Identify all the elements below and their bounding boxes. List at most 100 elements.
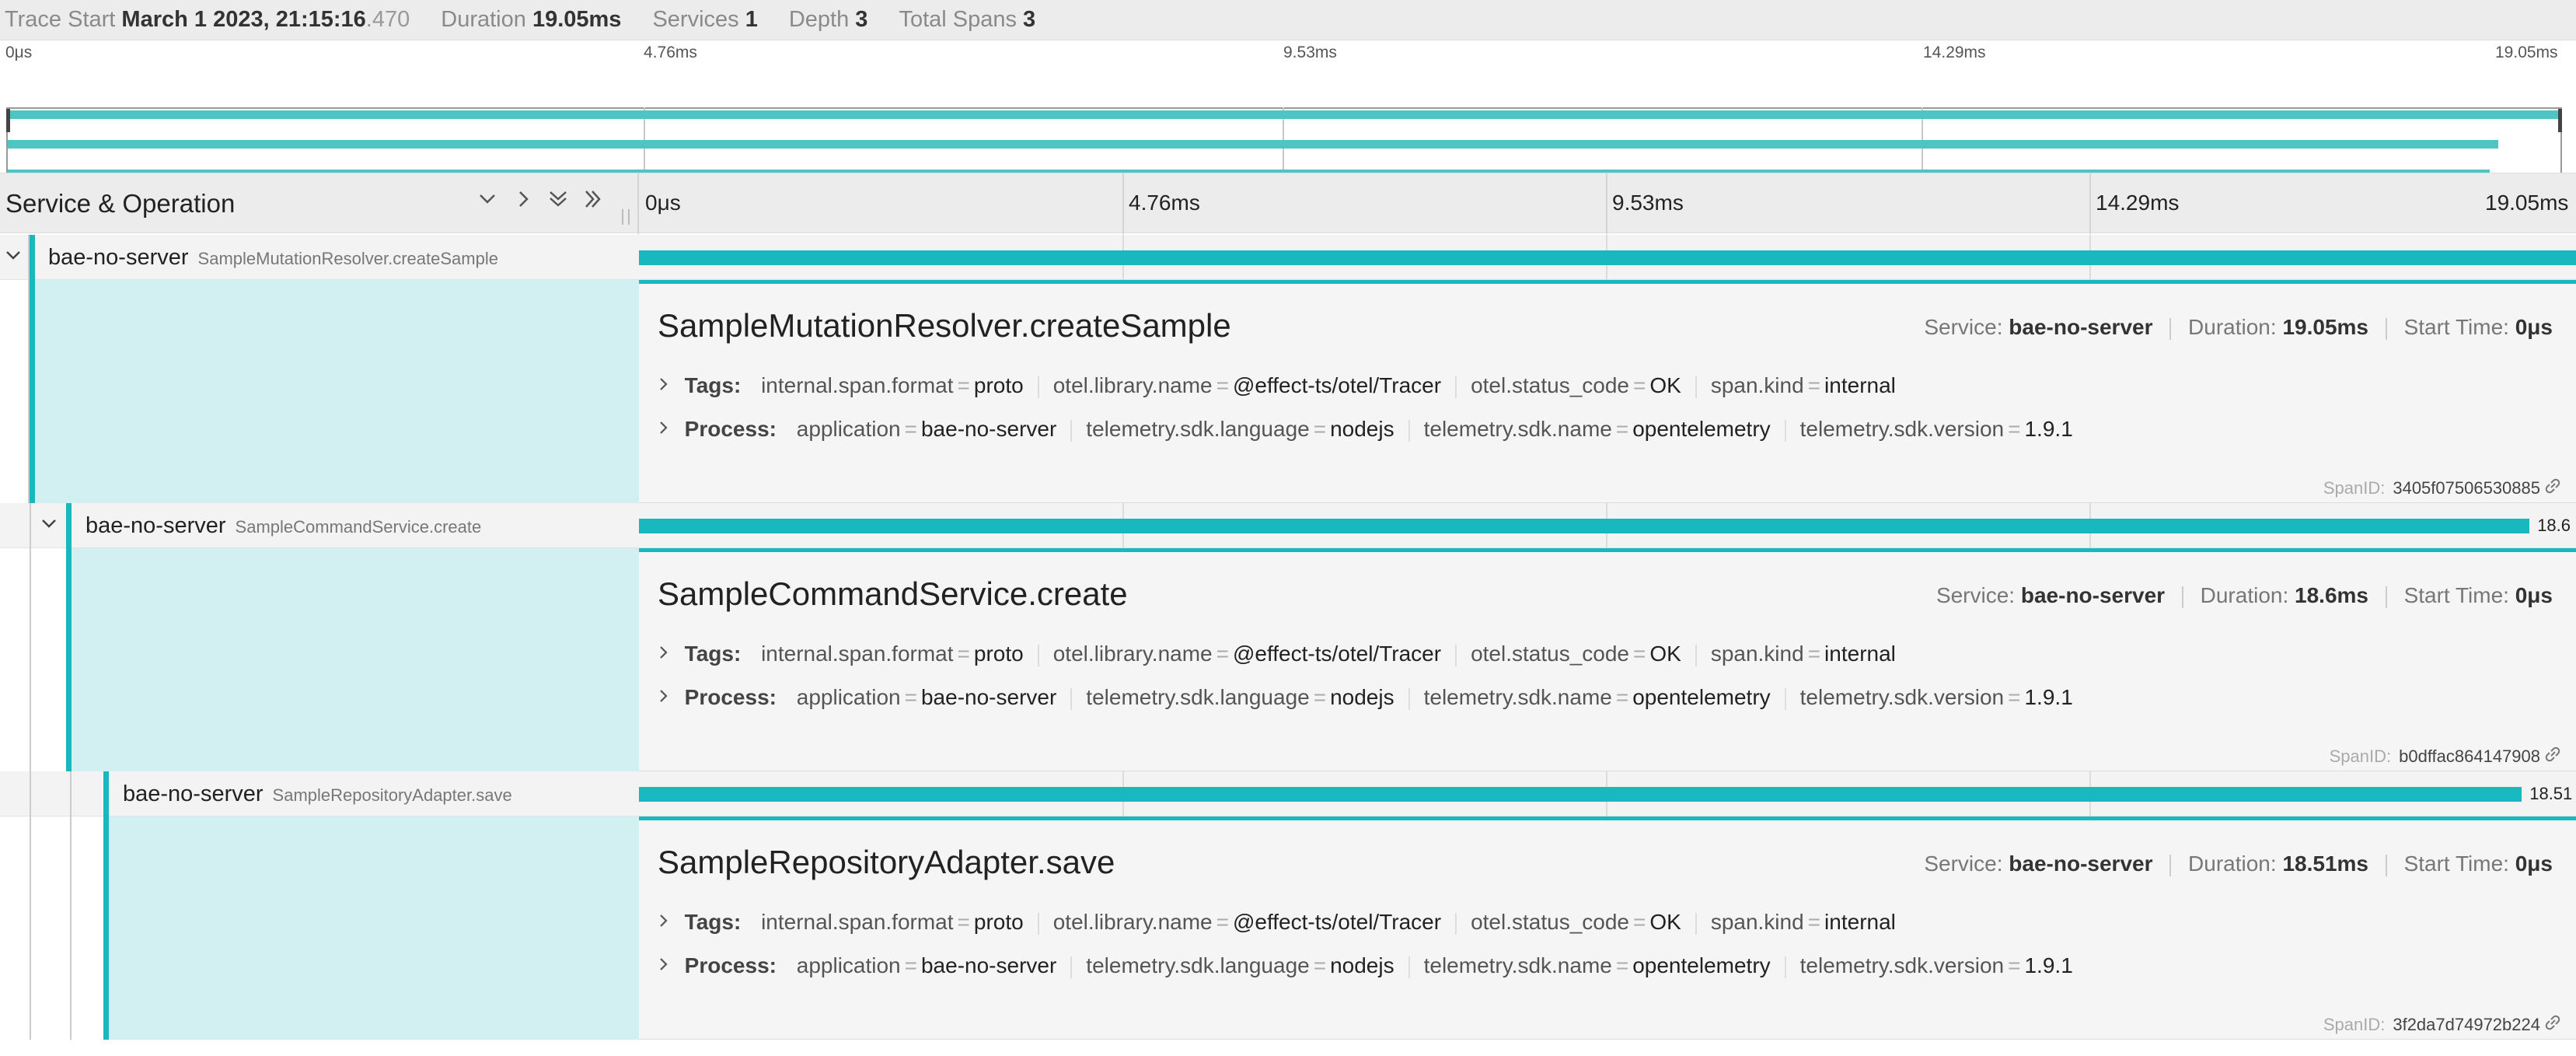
trace-minimap[interactable]: 0μs 4.76ms 9.53ms 14.29ms 19.05ms: [0, 40, 2576, 201]
process-key: application: [796, 417, 901, 441]
timeline-tick-line: [1122, 173, 1124, 234]
span-name-cell[interactable]: bae-no-server SampleMutationResolver.crea…: [0, 235, 639, 280]
span-timeline[interactable]: 18.6: [639, 503, 2576, 548]
chevron-right-icon[interactable]: [658, 645, 675, 666]
span-detail: SampleCommandService.create Service: bae…: [0, 548, 2576, 771]
service-label: Service:: [1935, 583, 2016, 607]
tag-item: otel.status_code = OK: [1471, 910, 1681, 934]
minimap-tick: 9.53ms: [1283, 44, 1337, 61]
expand-one-icon[interactable]: [513, 187, 533, 217]
span-row[interactable]: bae-no-server SampleRepositoryAdapter.sav…: [0, 771, 2576, 816]
process-label: Process:: [684, 685, 777, 709]
trace-depth: Depth 3: [789, 7, 868, 33]
span-toggle-chevron-down-icon[interactable]: [5, 244, 22, 273]
tree-indent-line: [30, 816, 31, 1040]
chevron-right-icon[interactable]: [658, 956, 675, 977]
tree-indent-line: [30, 548, 31, 771]
timeline-tick-line: [1606, 173, 1607, 234]
trace-services: Services 1: [652, 7, 757, 33]
trace-total-spans: Total Spans 3: [899, 7, 1035, 33]
tag-value: OK: [1649, 373, 1681, 397]
collapse-one-icon[interactable]: [477, 187, 497, 217]
timeline-tick-label: 19.05ms: [2485, 191, 2569, 215]
span-timeline[interactable]: [639, 235, 2576, 280]
trace-duration: Duration 19.05ms: [441, 7, 621, 33]
span-overview: Service: bae-no-server Duration: 18.51ms…: [1924, 851, 2553, 876]
start-time-label: Start Time:: [2403, 851, 2509, 876]
chevron-right-icon[interactable]: [658, 688, 675, 709]
column-resize-handle[interactable]: [622, 209, 630, 225]
trace-header: Trace Start March 1 2023, 21:15:16.470 D…: [0, 0, 2576, 40]
process-value: 1.9.1: [2024, 953, 2073, 977]
chevron-right-icon[interactable]: [658, 913, 675, 934]
span-name-cell[interactable]: bae-no-server SampleRepositoryAdapter.sav…: [0, 771, 639, 816]
process-item: telemetry.sdk.version = 1.9.1: [1799, 685, 2073, 709]
tag-item: span.kind = internal: [1710, 910, 1896, 934]
tags-row[interactable]: Tags: internal.span.format = proto otel.lib…: [658, 910, 1896, 935]
divider: [2169, 854, 2172, 876]
span-name-cell[interactable]: bae-no-server SampleCommandService.create: [0, 503, 639, 548]
duration-value: 18.6ms: [2295, 583, 2368, 607]
minimap-tick: 14.29ms: [1923, 44, 1986, 61]
minimap-tick: 0μs: [5, 44, 33, 61]
chevron-right-icon[interactable]: [658, 376, 675, 397]
chevron-right-icon[interactable]: [658, 420, 675, 441]
span-duration-bar[interactable]: [639, 250, 2576, 265]
process-key: telemetry.sdk.language: [1086, 685, 1310, 709]
process-key: telemetry.sdk.language: [1086, 417, 1310, 441]
process-key: telemetry.sdk.version: [1799, 417, 2005, 441]
process-key: telemetry.sdk.name: [1423, 417, 1612, 441]
tag-value: OK: [1649, 642, 1681, 666]
service-color-bar: [103, 771, 109, 816]
process-item: telemetry.sdk.language = nodejs: [1086, 953, 1394, 977]
span-duration-bar[interactable]: [639, 787, 2522, 802]
process-key: telemetry.sdk.version: [1799, 685, 2005, 709]
span-service-label: bae-no-server SampleRepositoryAdapter.sav…: [123, 782, 512, 807]
tags-row[interactable]: Tags: internal.span.format = proto otel.lib…: [658, 373, 1896, 398]
process-value: 1.9.1: [2024, 685, 2073, 709]
divider: [2385, 854, 2387, 876]
link-icon[interactable]: [2542, 475, 2564, 497]
span-row[interactable]: bae-no-server SampleMutationResolver.crea…: [0, 235, 2576, 280]
column-divider: [637, 173, 639, 234]
service-label: Service:: [1924, 315, 2003, 339]
minimap-left-handle[interactable]: [6, 109, 10, 132]
detail-indent-pane: [0, 548, 639, 771]
process-row[interactable]: Process: application = bae-no-server teleme…: [658, 685, 2073, 710]
service-value: bae-no-server: [2009, 315, 2153, 339]
span-duration-bar[interactable]: [639, 519, 2530, 533]
tags-row[interactable]: Tags: internal.span.format = proto otel.lib…: [658, 642, 1896, 666]
process-row[interactable]: Process: application = bae-no-server teleme…: [658, 417, 2073, 442]
process-value: nodejs: [1330, 953, 1394, 977]
process-item: telemetry.sdk.version = 1.9.1: [1799, 417, 2073, 441]
span-toggle-chevron-down-icon[interactable]: [40, 512, 58, 541]
depth-value: 3: [855, 7, 868, 32]
span-id: SpanID: b0dffac864147908: [2330, 747, 2540, 767]
span-detail-panel: SampleMutationResolver.createSample Serv…: [639, 280, 2576, 503]
start-time-value: 0μs: [2515, 851, 2553, 876]
process-key: telemetry.sdk.name: [1423, 685, 1612, 709]
start-time-value: 0μs: [2515, 315, 2553, 339]
minimap-right-handle[interactable]: [2558, 109, 2562, 132]
span-id: SpanID: 3f2da7d74972b224: [2323, 1015, 2540, 1035]
process-row[interactable]: Process: application = bae-no-server teleme…: [658, 953, 2073, 978]
tree-indent-line: [30, 503, 31, 548]
total-spans-value: 3: [1023, 7, 1036, 32]
timeline-tick-label: 9.53ms: [1612, 191, 1684, 215]
collapse-all-icon[interactable]: [547, 187, 569, 217]
detail-indent-pane: [0, 280, 639, 503]
minimap-span-bar: [8, 110, 2560, 119]
link-icon[interactable]: [2542, 743, 2564, 765]
link-icon[interactable]: [2542, 1012, 2564, 1033]
tag-value: proto: [973, 642, 1024, 666]
span-detail-title: SampleMutationResolver.createSample: [658, 307, 1231, 344]
span-id-label: SpanID:: [2323, 478, 2386, 498]
timeline-tick-line: [2089, 173, 2091, 234]
expand-all-icon[interactable]: [581, 187, 603, 217]
services-label: Services: [652, 7, 739, 32]
span-row[interactable]: bae-no-server SampleCommandService.create…: [0, 503, 2576, 548]
span-detail-panel: SampleRepositoryAdapter.save Service: ba…: [639, 816, 2576, 1040]
process-item: application = bae-no-server: [796, 417, 1057, 441]
span-timeline[interactable]: 18.51: [639, 771, 2576, 816]
depth-label: Depth: [788, 7, 850, 32]
